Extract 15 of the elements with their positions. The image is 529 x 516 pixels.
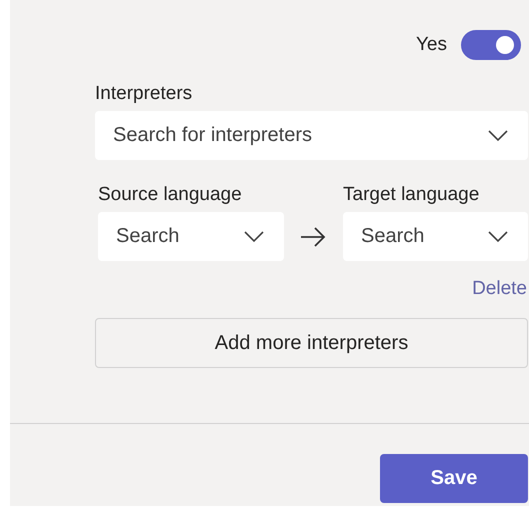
chevron-icon <box>244 231 264 243</box>
language-dropdown[interactable]: Search <box>343 212 528 261</box>
interpreters-dropdown[interactable]: Search for interpreters <box>95 111 528 160</box>
toggle-label: Yes <box>416 34 447 56</box>
save-button[interactable]: Save <box>380 454 528 503</box>
toggle-switch[interactable] <box>461 30 521 60</box>
delete-link[interactable]: Delete <box>472 278 527 300</box>
chevron-icon <box>488 130 508 142</box>
field-label: Source language <box>98 184 243 206</box>
language-dropdown[interactable]: Search <box>98 212 284 261</box>
chevron-icon <box>488 231 508 243</box>
field-label: Interpreters <box>95 83 194 105</box>
arrow-icon <box>300 227 326 247</box>
add-interpreters-button[interactable]: Add more interpreters <box>95 318 528 368</box>
field-label: Target language <box>343 184 480 206</box>
